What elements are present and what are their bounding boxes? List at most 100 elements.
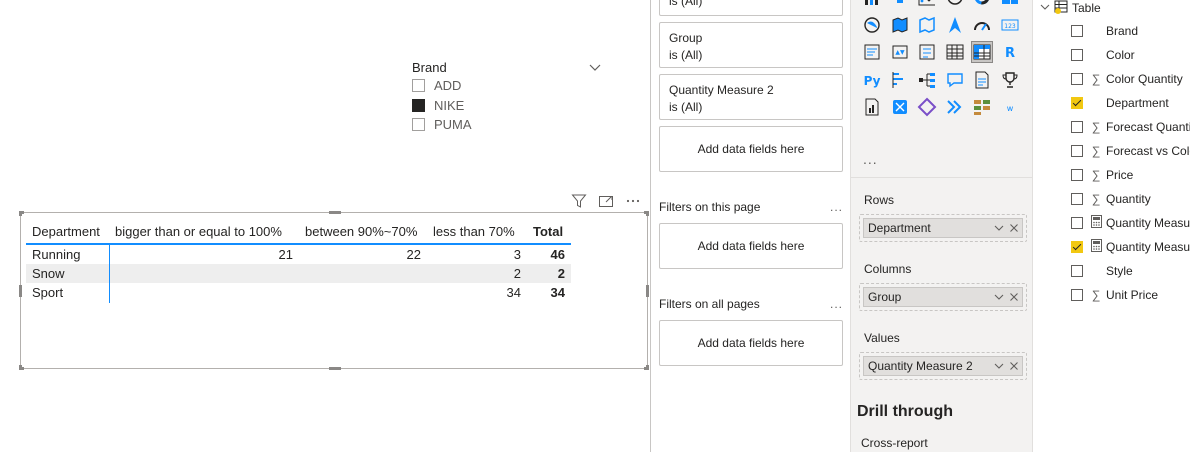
filter-card-quantity-measure-2[interactable]: Quantity Measure 2 is (All) <box>659 74 843 120</box>
filter-card-partial[interactable]: is (All) <box>659 0 843 16</box>
resize-handle[interactable] <box>646 285 649 297</box>
slicer-item-add[interactable]: ADD <box>412 76 602 96</box>
close-icon[interactable] <box>1007 290 1021 304</box>
column-header[interactable]: between 90%~70% <box>299 220 427 245</box>
slicer-checkbox[interactable] <box>412 98 425 112</box>
card-icon[interactable]: 123 <box>999 14 1021 36</box>
gauge-icon[interactable] <box>971 14 993 36</box>
smart-narrative-icon[interactable] <box>971 69 993 91</box>
more-icon[interactable]: ... <box>863 151 878 167</box>
more-options-icon[interactable]: ... <box>830 200 843 214</box>
scatter-icon[interactable] <box>916 0 938 8</box>
filter-icon[interactable] <box>570 192 588 210</box>
more-options-icon[interactable]: ... <box>830 297 843 311</box>
chevron-down-icon[interactable] <box>588 60 602 74</box>
power-automate-icon[interactable] <box>916 96 938 118</box>
field-item[interactable]: ∑ Color Quantity <box>1071 67 1183 91</box>
field-item[interactable]: ∑ Forecast vs Colo <box>1071 139 1190 163</box>
chevron-down-icon[interactable] <box>992 221 1006 235</box>
field-checkbox[interactable] <box>1071 145 1083 157</box>
field-item[interactable]: Quantity Measu <box>1071 235 1190 259</box>
field-item[interactable]: ∑ Quantity <box>1071 187 1151 211</box>
resize-handle[interactable] <box>19 285 22 297</box>
column-header[interactable]: Department <box>26 220 109 245</box>
slicer-checkbox[interactable] <box>412 118 425 132</box>
python-visual-icon[interactable]: Py <box>861 69 883 91</box>
field-checkbox[interactable] <box>1071 97 1083 109</box>
field-checkbox[interactable] <box>1071 289 1083 301</box>
field-item[interactable]: Department <box>1071 91 1169 115</box>
resize-handle[interactable] <box>646 365 649 370</box>
treemap-icon[interactable] <box>999 0 1021 8</box>
field-checkbox[interactable] <box>1071 241 1083 253</box>
field-checkbox[interactable] <box>1071 169 1083 181</box>
field-item[interactable]: ∑ Unit Price <box>1071 283 1158 307</box>
multirow-card-icon[interactable] <box>861 41 883 63</box>
column-header[interactable]: bigger than or equal to 100% <box>109 220 299 245</box>
slicer-item-puma[interactable]: PUMA <box>412 115 602 135</box>
page-filters-dropzone[interactable]: Add data fields here <box>659 223 843 269</box>
field-checkbox[interactable] <box>1071 217 1083 229</box>
r-visual-icon[interactable]: R <box>999 41 1021 63</box>
visual-filters-dropzone[interactable]: Add data fields here <box>659 126 843 172</box>
filled-map-icon[interactable] <box>889 14 911 36</box>
slicer-checkbox[interactable] <box>412 79 425 93</box>
field-checkbox[interactable] <box>1071 193 1083 205</box>
column-header[interactable]: less than 70% <box>427 220 527 245</box>
arcgis-icon[interactable] <box>944 96 966 118</box>
azure-map-icon[interactable] <box>944 14 966 36</box>
shape-map-icon[interactable] <box>916 14 938 36</box>
more-visuals-icon[interactable] <box>971 96 993 118</box>
table-node[interactable]: Table <box>1039 0 1101 16</box>
resize-handle[interactable] <box>19 365 22 370</box>
report-filters-dropzone[interactable]: Add data fields here <box>659 320 843 366</box>
matrix-icon[interactable] <box>971 41 993 63</box>
chevron-down-icon[interactable] <box>992 290 1006 304</box>
table-icon[interactable] <box>944 41 966 63</box>
row-header[interactable]: Sport <box>26 283 110 303</box>
field-item[interactable]: ∑ Forecast Quanti <box>1071 115 1190 139</box>
field-item[interactable]: ∑ Price <box>1071 163 1133 187</box>
kpi-icon[interactable]: ▲▼ <box>889 41 911 63</box>
field-item[interactable]: Brand <box>1071 19 1138 43</box>
donut-icon[interactable] <box>971 0 993 8</box>
close-icon[interactable] <box>1007 221 1021 235</box>
field-item[interactable]: Style <box>1071 259 1133 283</box>
field-pill-group[interactable]: Group <box>863 287 1023 307</box>
field-checkbox[interactable] <box>1071 121 1083 133</box>
slicer-icon[interactable] <box>916 41 938 63</box>
field-item[interactable]: Color <box>1071 43 1135 67</box>
slicer-item-nike[interactable]: NIKE <box>412 96 602 116</box>
field-checkbox[interactable] <box>1071 25 1083 37</box>
resize-handle[interactable] <box>329 367 341 370</box>
stacked-column-icon[interactable] <box>861 0 883 8</box>
word-icon[interactable]: w <box>999 96 1021 118</box>
resize-handle[interactable] <box>19 211 22 216</box>
close-icon[interactable] <box>1007 359 1021 373</box>
chevron-down-icon[interactable] <box>1039 1 1051 16</box>
resize-handle[interactable] <box>646 211 649 216</box>
field-pill-quantity-measure-2[interactable]: Quantity Measure 2 <box>863 356 1023 376</box>
field-item[interactable]: Quantity Measu <box>1071 211 1190 235</box>
pie-icon[interactable] <box>944 0 966 8</box>
field-checkbox[interactable] <box>1071 73 1083 85</box>
row-header[interactable]: Running <box>26 244 110 264</box>
trophy-icon[interactable] <box>999 69 1021 91</box>
paginated-report-icon[interactable] <box>861 96 883 118</box>
chevron-down-icon[interactable] <box>992 359 1006 373</box>
decomposition-tree-icon[interactable] <box>916 69 938 91</box>
funnel-icon[interactable] <box>889 0 911 8</box>
field-checkbox[interactable] <box>1071 49 1083 61</box>
values-well[interactable]: Quantity Measure 2 <box>859 352 1027 380</box>
column-header-total[interactable]: Total <box>527 220 571 245</box>
qa-icon[interactable] <box>944 69 966 91</box>
key-influencers-icon[interactable] <box>889 69 911 91</box>
field-pill-department[interactable]: Department <box>863 218 1023 238</box>
filter-card-group[interactable]: Group is (All) <box>659 22 843 68</box>
row-header[interactable]: Snow <box>26 263 110 283</box>
columns-well[interactable]: Group <box>859 283 1027 311</box>
map-icon[interactable] <box>861 14 883 36</box>
focus-mode-icon[interactable] <box>597 192 615 210</box>
matrix-visual[interactable]: Department bigger than or equal to 100% … <box>19 211 649 370</box>
rows-well[interactable]: Department <box>859 214 1027 242</box>
